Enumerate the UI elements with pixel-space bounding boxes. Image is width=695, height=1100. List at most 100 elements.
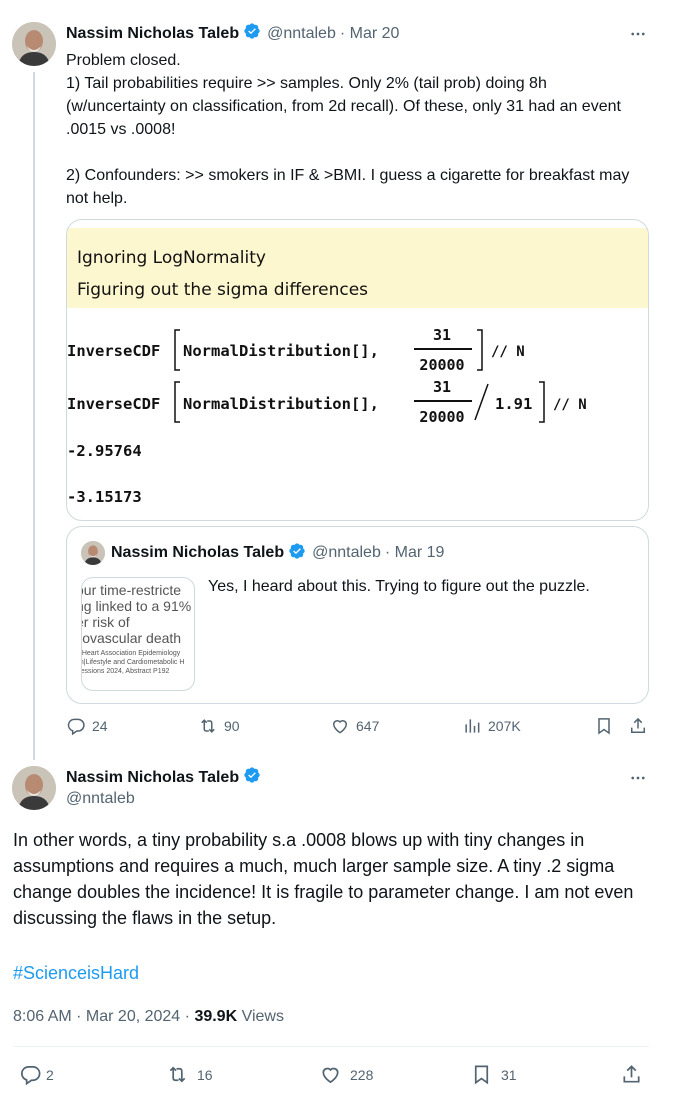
verified-badge-icon <box>288 542 306 565</box>
author-name: Nassim Nicholas Taleb <box>111 544 285 561</box>
repost-icon <box>201 719 215 733</box>
bookmark-button[interactable]: 31 <box>470 1063 517 1086</box>
function-argument: NormalDistribution[], <box>183 342 379 360</box>
thumbnail-text-line: our time-restricte <box>81 582 182 598</box>
image-note-line: Ignoring LogNormality <box>77 248 266 268</box>
bracket-open <box>174 329 180 371</box>
tweet-text-line: 2) Confounders: >> smokers in IF & >BMI.… <box>66 167 630 207</box>
share-icon <box>631 717 645 733</box>
math-expression-1: InverseCDF <box>67 342 160 360</box>
author-name[interactable]: Nassim Nicholas Taleb <box>66 25 239 43</box>
fraction-numerator: 31 <box>432 326 452 344</box>
tweet-text: Problem closed. 1) Tail probabilities re… <box>66 49 646 210</box>
reply-count: 2 <box>46 1066 54 1083</box>
thumbnail-small-line: Sessions 2024, Abstract P192 <box>81 668 170 675</box>
bookmark-icon <box>474 1065 489 1085</box>
views-count: 207K <box>488 718 521 734</box>
reply-button[interactable]: 24 <box>66 716 108 736</box>
thumbnail-text-line: ng linked to a 91% <box>81 598 192 614</box>
tweet-text-blank <box>66 141 646 164</box>
share-button[interactable] <box>628 716 648 736</box>
thumbnail-text-line: liovascular death <box>81 630 182 646</box>
share-button[interactable] <box>620 1063 643 1086</box>
bracket-open <box>174 381 180 423</box>
like-icon <box>322 1067 339 1084</box>
thread-connector-line <box>33 72 35 760</box>
more-icon[interactable] <box>626 22 650 46</box>
avatar[interactable] <box>12 766 56 810</box>
repost-count: 16 <box>197 1066 213 1083</box>
tweet-timestamp[interactable]: 8:06 AM · Mar 20, 2024 · <box>13 1008 190 1025</box>
result-value: -3.15173 <box>67 488 142 506</box>
repost-button[interactable]: 16 <box>166 1063 213 1086</box>
author-handle[interactable]: @nntaleb <box>66 790 135 808</box>
reply-icon <box>20 1065 41 1086</box>
hashtag-link[interactable]: #ScienceisHard <box>13 963 139 984</box>
like-count: 228 <box>350 1066 374 1083</box>
repost-icon <box>169 1066 186 1083</box>
function-name: InverseCDF <box>67 342 161 360</box>
thumbnail-text-line: er risk of <box>81 614 130 630</box>
reply-count: 24 <box>92 718 108 734</box>
tweet-text-line: Problem closed. <box>66 52 181 69</box>
numeric-postfix: // N <box>491 344 525 360</box>
image-note-line: Figuring out the sigma differences <box>77 280 369 300</box>
numeric-postfix: // N <box>553 397 587 413</box>
bracket-close <box>477 329 483 371</box>
tweet-meta: 8:06 AM · Mar 20, 2024 · 39.9K Views <box>13 1008 284 1026</box>
views-icon <box>465 719 480 733</box>
fraction-denominator: 20000 <box>419 356 465 374</box>
bookmark-button[interactable] <box>594 716 614 736</box>
quote-thumbnail[interactable]: our time-restricte ng linked to a 91% er… <box>81 577 195 691</box>
like-button[interactable]: 228 <box>319 1063 373 1086</box>
fraction-bar <box>414 348 472 350</box>
thumbnail-small-line: n Heart Association Epidemiology <box>81 650 181 657</box>
divider <box>13 1046 649 1047</box>
repost-count: 90 <box>224 718 240 734</box>
share-icon <box>623 1065 640 1083</box>
quoted-tweet[interactable]: Nassim Nicholas Taleb @nntaleb · Mar 19 … <box>66 526 649 704</box>
reply-icon <box>67 718 85 736</box>
views-button[interactable]: 207K <box>462 716 521 736</box>
verified-badge-icon <box>243 766 261 789</box>
tweet-header: Nassim Nicholas Taleb @nntaleb · Mar 20 <box>66 22 399 45</box>
repost-button[interactable]: 90 <box>198 716 240 736</box>
like-count: 647 <box>356 718 380 734</box>
verified-badge-icon <box>243 22 261 45</box>
views-label: Views <box>241 1008 284 1025</box>
quote-text: Yes, I heard about this. Trying to figur… <box>208 578 590 595</box>
divisor-value: 1.91 <box>495 395 533 413</box>
tweet-text: In other words, a tiny probability s.a .… <box>13 830 634 928</box>
tweet-header: Nassim Nicholas Taleb <box>66 766 261 789</box>
avatar <box>81 541 105 565</box>
division-slash <box>474 383 489 421</box>
fraction-numerator: 31 <box>432 378 452 396</box>
reply-button[interactable]: 2 <box>19 1063 54 1086</box>
tweet-image[interactable]: Ignoring LogNormality Figuring out the s… <box>66 219 649 521</box>
author-handle: @nntaleb <box>312 544 381 561</box>
avatar[interactable] <box>12 22 56 66</box>
author-name[interactable]: Nassim Nicholas Taleb <box>66 769 239 787</box>
image-note-box: Ignoring LogNormality Figuring out the s… <box>67 228 648 308</box>
like-icon <box>332 720 348 734</box>
function-name: InverseCDF <box>67 395 161 413</box>
like-button[interactable]: 647 <box>330 716 379 736</box>
bookmark-count: 31 <box>501 1066 517 1083</box>
bracket-close <box>539 381 545 423</box>
function-argument: NormalDistribution[], <box>183 395 379 413</box>
more-icon[interactable] <box>626 766 650 790</box>
tweet-actions: 24 90 647 207K <box>66 716 656 740</box>
fraction-denominator: 20000 <box>419 408 465 426</box>
tweet-date[interactable]: · Mar 20 <box>340 25 400 43</box>
tweet-date: · Mar 19 <box>384 544 445 561</box>
bookmark-icon <box>598 718 610 735</box>
author-handle[interactable]: @nntaleb <box>267 25 336 43</box>
thumbnail-small-line: on|Lifestyle and Cardiometabolic H <box>81 659 185 666</box>
math-expression-2: InverseCDF <box>67 395 160 413</box>
tweet-text-line: 1) Tail probabilities require >> samples… <box>66 75 621 138</box>
tweet-actions: 2 16 228 31 <box>13 1063 653 1087</box>
fraction-bar <box>414 400 472 402</box>
view-count: 39.9K <box>194 1008 238 1025</box>
quote-header: Nassim Nicholas Taleb @nntaleb · Mar 19 <box>81 541 444 565</box>
result-value: -2.95764 <box>67 442 142 460</box>
